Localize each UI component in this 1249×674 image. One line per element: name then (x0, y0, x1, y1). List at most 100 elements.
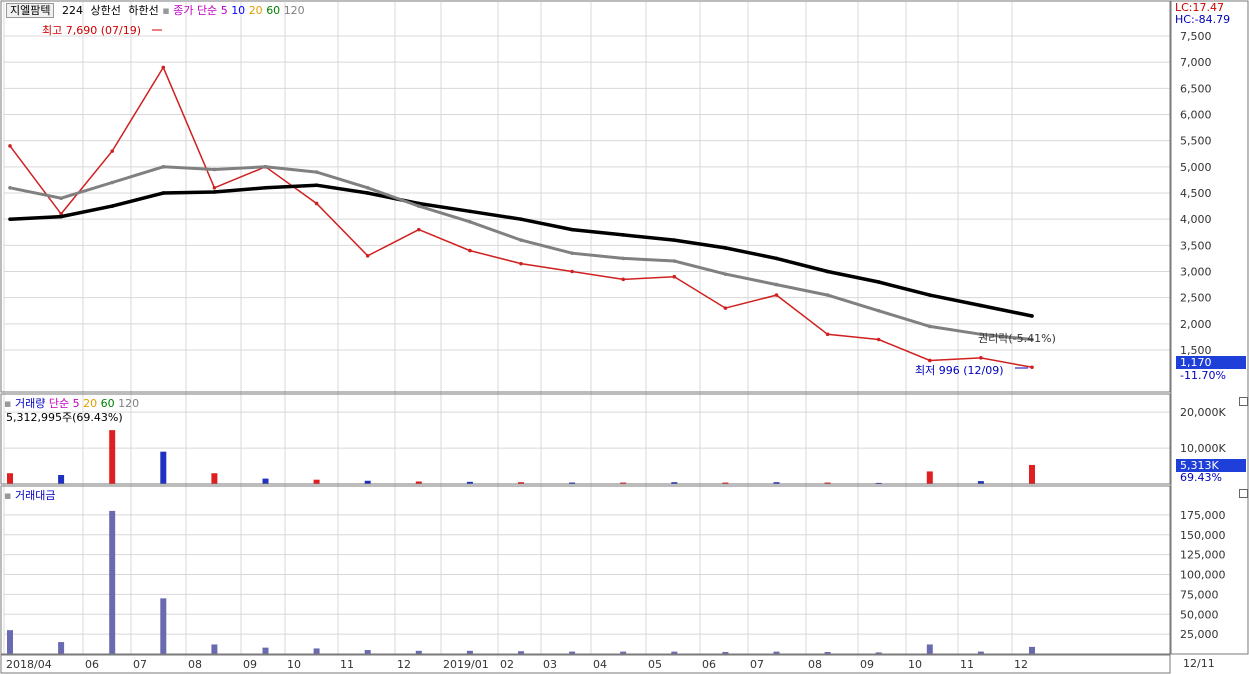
price-tick-label: 4,500 (1180, 187, 1212, 200)
chart-canvas: 7,500 7,000 6,500 6,000 5,500 5,000 4,500 4,000… (0, 0, 1249, 674)
x-axis-area (0, 654, 1171, 674)
series-point-120 (570, 227, 574, 232)
x-tick-label: 04 (593, 658, 607, 671)
period-value: 224 (61, 4, 83, 17)
series-point-종가 (723, 306, 728, 310)
ma-60[interactable]: 60 (266, 4, 280, 17)
amount-bar (262, 647, 269, 654)
amount-tick-label: 50,000 (1180, 608, 1219, 621)
price-header: 지엘팜텍 224 상한선 하한선 ▪ 종가 단순 5 10 20 60 120 (6, 2, 305, 18)
volume-tick-label: 10,000K (1180, 442, 1226, 455)
volume-bar (262, 478, 269, 484)
price-tick-label: 5,000 (1180, 161, 1212, 174)
series-point-60 (825, 293, 830, 297)
ma-label[interactable]: 종가 단순 (173, 4, 217, 17)
series-point-60 (723, 272, 728, 276)
series-point-종가 (979, 356, 983, 360)
volume-layer (7, 430, 1035, 484)
price-tick-label: 6,500 (1180, 82, 1212, 95)
series-point-120 (263, 185, 268, 190)
x-tick-label: 11 (340, 658, 354, 671)
price-tick-label: 5,500 (1180, 135, 1212, 148)
series-point-종가 (876, 337, 881, 342)
stock-name[interactable]: 지엘팜텍 (6, 3, 55, 18)
amount-tick-label: 175,000 (1180, 509, 1226, 522)
amount-collapse-button[interactable] (1239, 489, 1248, 498)
price-tick-label: 3,000 (1180, 266, 1212, 279)
series-line-종가 (9, 65, 1033, 369)
series-point-60 (570, 251, 574, 255)
volume-bar (58, 475, 65, 484)
x-tick-label: 10 (287, 658, 301, 671)
amount-tick-label: 125,000 (1180, 549, 1226, 562)
x-tick-label: 09 (243, 658, 257, 671)
x-tick-label: 07 (133, 658, 147, 671)
series-point-120 (468, 209, 472, 214)
series-point-120 (212, 190, 217, 194)
x-tick-label: 06 (702, 658, 716, 671)
series-point-60 (928, 324, 932, 329)
series-point-60 (621, 256, 625, 261)
x-tick-label: 03 (543, 658, 557, 671)
volume-collapse-button[interactable] (1239, 397, 1248, 406)
volume-pane[interactable] (0, 393, 1171, 485)
price-tick-label: 4,000 (1180, 213, 1212, 226)
series-point-60 (365, 185, 370, 190)
volume-bar (313, 479, 320, 484)
series-point-120 (314, 183, 319, 187)
series-point-120 (621, 233, 625, 237)
series-point-종가 (570, 269, 574, 274)
series-point-60 (110, 180, 114, 185)
series-point-종가 (519, 261, 523, 266)
series-point-120 (825, 269, 830, 274)
amount-bar (58, 642, 65, 654)
series-point-종가 (774, 293, 779, 297)
series-point-종가 (8, 144, 12, 148)
x-tick-label: 12 (1014, 658, 1028, 671)
series-point-60 (314, 170, 319, 174)
series-point-120 (519, 217, 523, 221)
amount-tick-label: 100,000 (1180, 569, 1226, 582)
amount-bar (211, 644, 218, 654)
series-point-120 (928, 293, 932, 297)
series-point-60 (774, 282, 779, 287)
amount-layer (7, 510, 1035, 654)
ma-10[interactable]: 10 (231, 4, 245, 17)
lower-limit-label[interactable]: 하한선 (128, 4, 158, 17)
upper-limit-label[interactable]: 상한선 (90, 4, 120, 17)
series-point-120 (365, 191, 370, 195)
series-point-120 (774, 256, 779, 261)
series-point-60 (876, 308, 881, 313)
date-box: 12/11 (1183, 657, 1215, 670)
x-tick-label: 02 (500, 658, 514, 671)
volume-bar (211, 473, 218, 484)
grid (3, 2, 1170, 654)
amount-bar (109, 510, 116, 654)
amount-pane[interactable] (0, 485, 1171, 655)
ma-20[interactable]: 20 (249, 4, 263, 17)
amount-bar (7, 630, 13, 654)
amount-title[interactable]: 거래대금 (15, 489, 55, 502)
x-tick-label: 09 (860, 658, 874, 671)
ma-5[interactable]: 5 (221, 4, 228, 17)
x-tick-label: 10 (908, 658, 922, 671)
x-tick-label: 11 (960, 658, 974, 671)
series-point-종가 (1030, 365, 1034, 370)
amount-tick-label: 25,000 (1180, 628, 1219, 641)
x-tick-label: 05 (648, 658, 662, 671)
series-point-종가 (314, 201, 319, 206)
series-point-60 (672, 259, 677, 263)
series-point-60 (212, 167, 217, 172)
series-point-120 (979, 303, 983, 308)
series-point-종가 (161, 65, 166, 70)
series-point-종가 (365, 254, 370, 258)
x-tick-label: 08 (188, 658, 202, 671)
volume-bar (7, 473, 13, 484)
low-note: 최저 996 (12/09) (915, 364, 1004, 377)
volume-bar (109, 430, 116, 484)
price-tick-label: 7,000 (1180, 56, 1212, 69)
change-pct: -11.70% (1180, 369, 1226, 382)
ma-120[interactable]: 120 (284, 4, 305, 17)
x-tick-label: 06 (85, 658, 99, 671)
current-price-badge: 1,170 (1176, 356, 1246, 369)
